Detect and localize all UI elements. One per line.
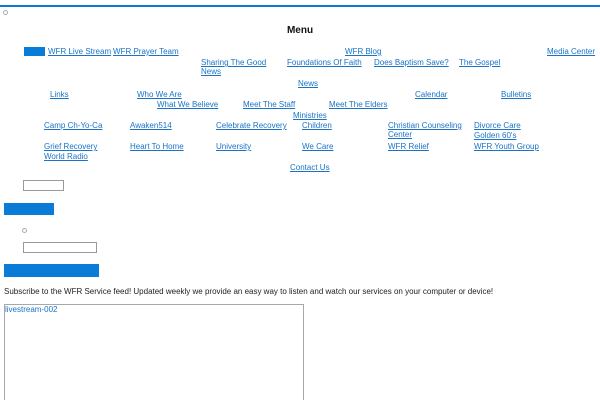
menu-link-news[interactable]: News xyxy=(298,79,318,88)
subscribe-text: Subscribe to the WFR Service feed! Updat… xyxy=(4,287,494,296)
menu-link-sharing-the-good-news[interactable]: Sharing The Good News xyxy=(201,58,277,76)
text-input-small[interactable] xyxy=(23,180,64,191)
menu-link-golden-60s[interactable]: Golden 60's xyxy=(474,131,516,140)
header-accent-bar xyxy=(0,5,600,7)
menu-link-world-radio[interactable]: World Radio xyxy=(44,152,88,161)
menu-link-meet-the-elders[interactable]: Meet The Elders xyxy=(329,100,388,109)
radio-button-top[interactable] xyxy=(3,10,8,15)
menu-link-wfr-live-stream[interactable]: WFR Live Stream xyxy=(48,47,111,56)
menu-link-we-care[interactable]: We Care xyxy=(302,142,333,151)
blue-button-wide[interactable] xyxy=(4,264,99,277)
text-input-wide[interactable] xyxy=(23,242,97,253)
livestream-embed[interactable]: livestream-002 xyxy=(4,304,304,400)
menu-link-bulletins[interactable]: Bulletins xyxy=(501,90,531,99)
menu-link-university[interactable]: University xyxy=(216,142,251,151)
menu-link-children[interactable]: Children xyxy=(302,121,332,130)
menu-link-foundations-of-faith[interactable]: Foundations Of Faith xyxy=(287,58,362,67)
menu-link-wfr-blog[interactable]: WFR Blog xyxy=(345,47,381,56)
menu-title: Menu xyxy=(286,25,314,36)
menu-link-does-baptism-save[interactable]: Does Baptism Save? xyxy=(374,58,449,67)
menu-link-meet-the-staff[interactable]: Meet The Staff xyxy=(243,100,295,109)
menu-link-christian-counseling-center[interactable]: Christian Counseling Center xyxy=(388,121,468,139)
menu-link-who-we-are[interactable]: Who We Are xyxy=(137,90,182,99)
menu-link-what-we-believe[interactable]: What We Believe xyxy=(157,100,218,109)
menu-link-the-gospel[interactable]: The Gospel xyxy=(459,58,500,67)
menu-link-wfr-youth-group[interactable]: WFR Youth Group xyxy=(474,142,539,151)
menu-active-item[interactable] xyxy=(24,47,45,56)
menu-link-ministries[interactable]: Ministries xyxy=(293,111,327,120)
livestream-embed-title: livestream-002 xyxy=(5,305,58,314)
menu-link-links[interactable]: Links xyxy=(50,90,69,99)
menu-link-heart-to-home[interactable]: Heart To Home xyxy=(130,142,184,151)
radio-button-form[interactable] xyxy=(22,228,27,233)
menu-link-calendar[interactable]: Calendar xyxy=(415,90,447,99)
menu-link-wfr-prayer-team[interactable]: WFR Prayer Team xyxy=(113,47,179,56)
menu-link-wfr-relief[interactable]: WFR Relief xyxy=(388,142,429,151)
blue-button-small[interactable] xyxy=(4,203,54,215)
menu-link-camp-ch-yo-ca[interactable]: Camp Ch-Yo-Ca xyxy=(44,121,102,130)
menu-link-awaken514[interactable]: Awaken514 xyxy=(130,121,172,130)
menu-link-celebrate-recovery[interactable]: Celebrate Recovery xyxy=(216,121,287,130)
menu-link-media-center[interactable]: Media Center xyxy=(547,47,595,56)
menu-link-grief-recovery[interactable]: Grief Recovery xyxy=(44,142,97,151)
menu-link-contact-us[interactable]: Contact Us xyxy=(290,163,330,172)
menu-link-divorce-care[interactable]: Divorce Care xyxy=(474,121,521,130)
